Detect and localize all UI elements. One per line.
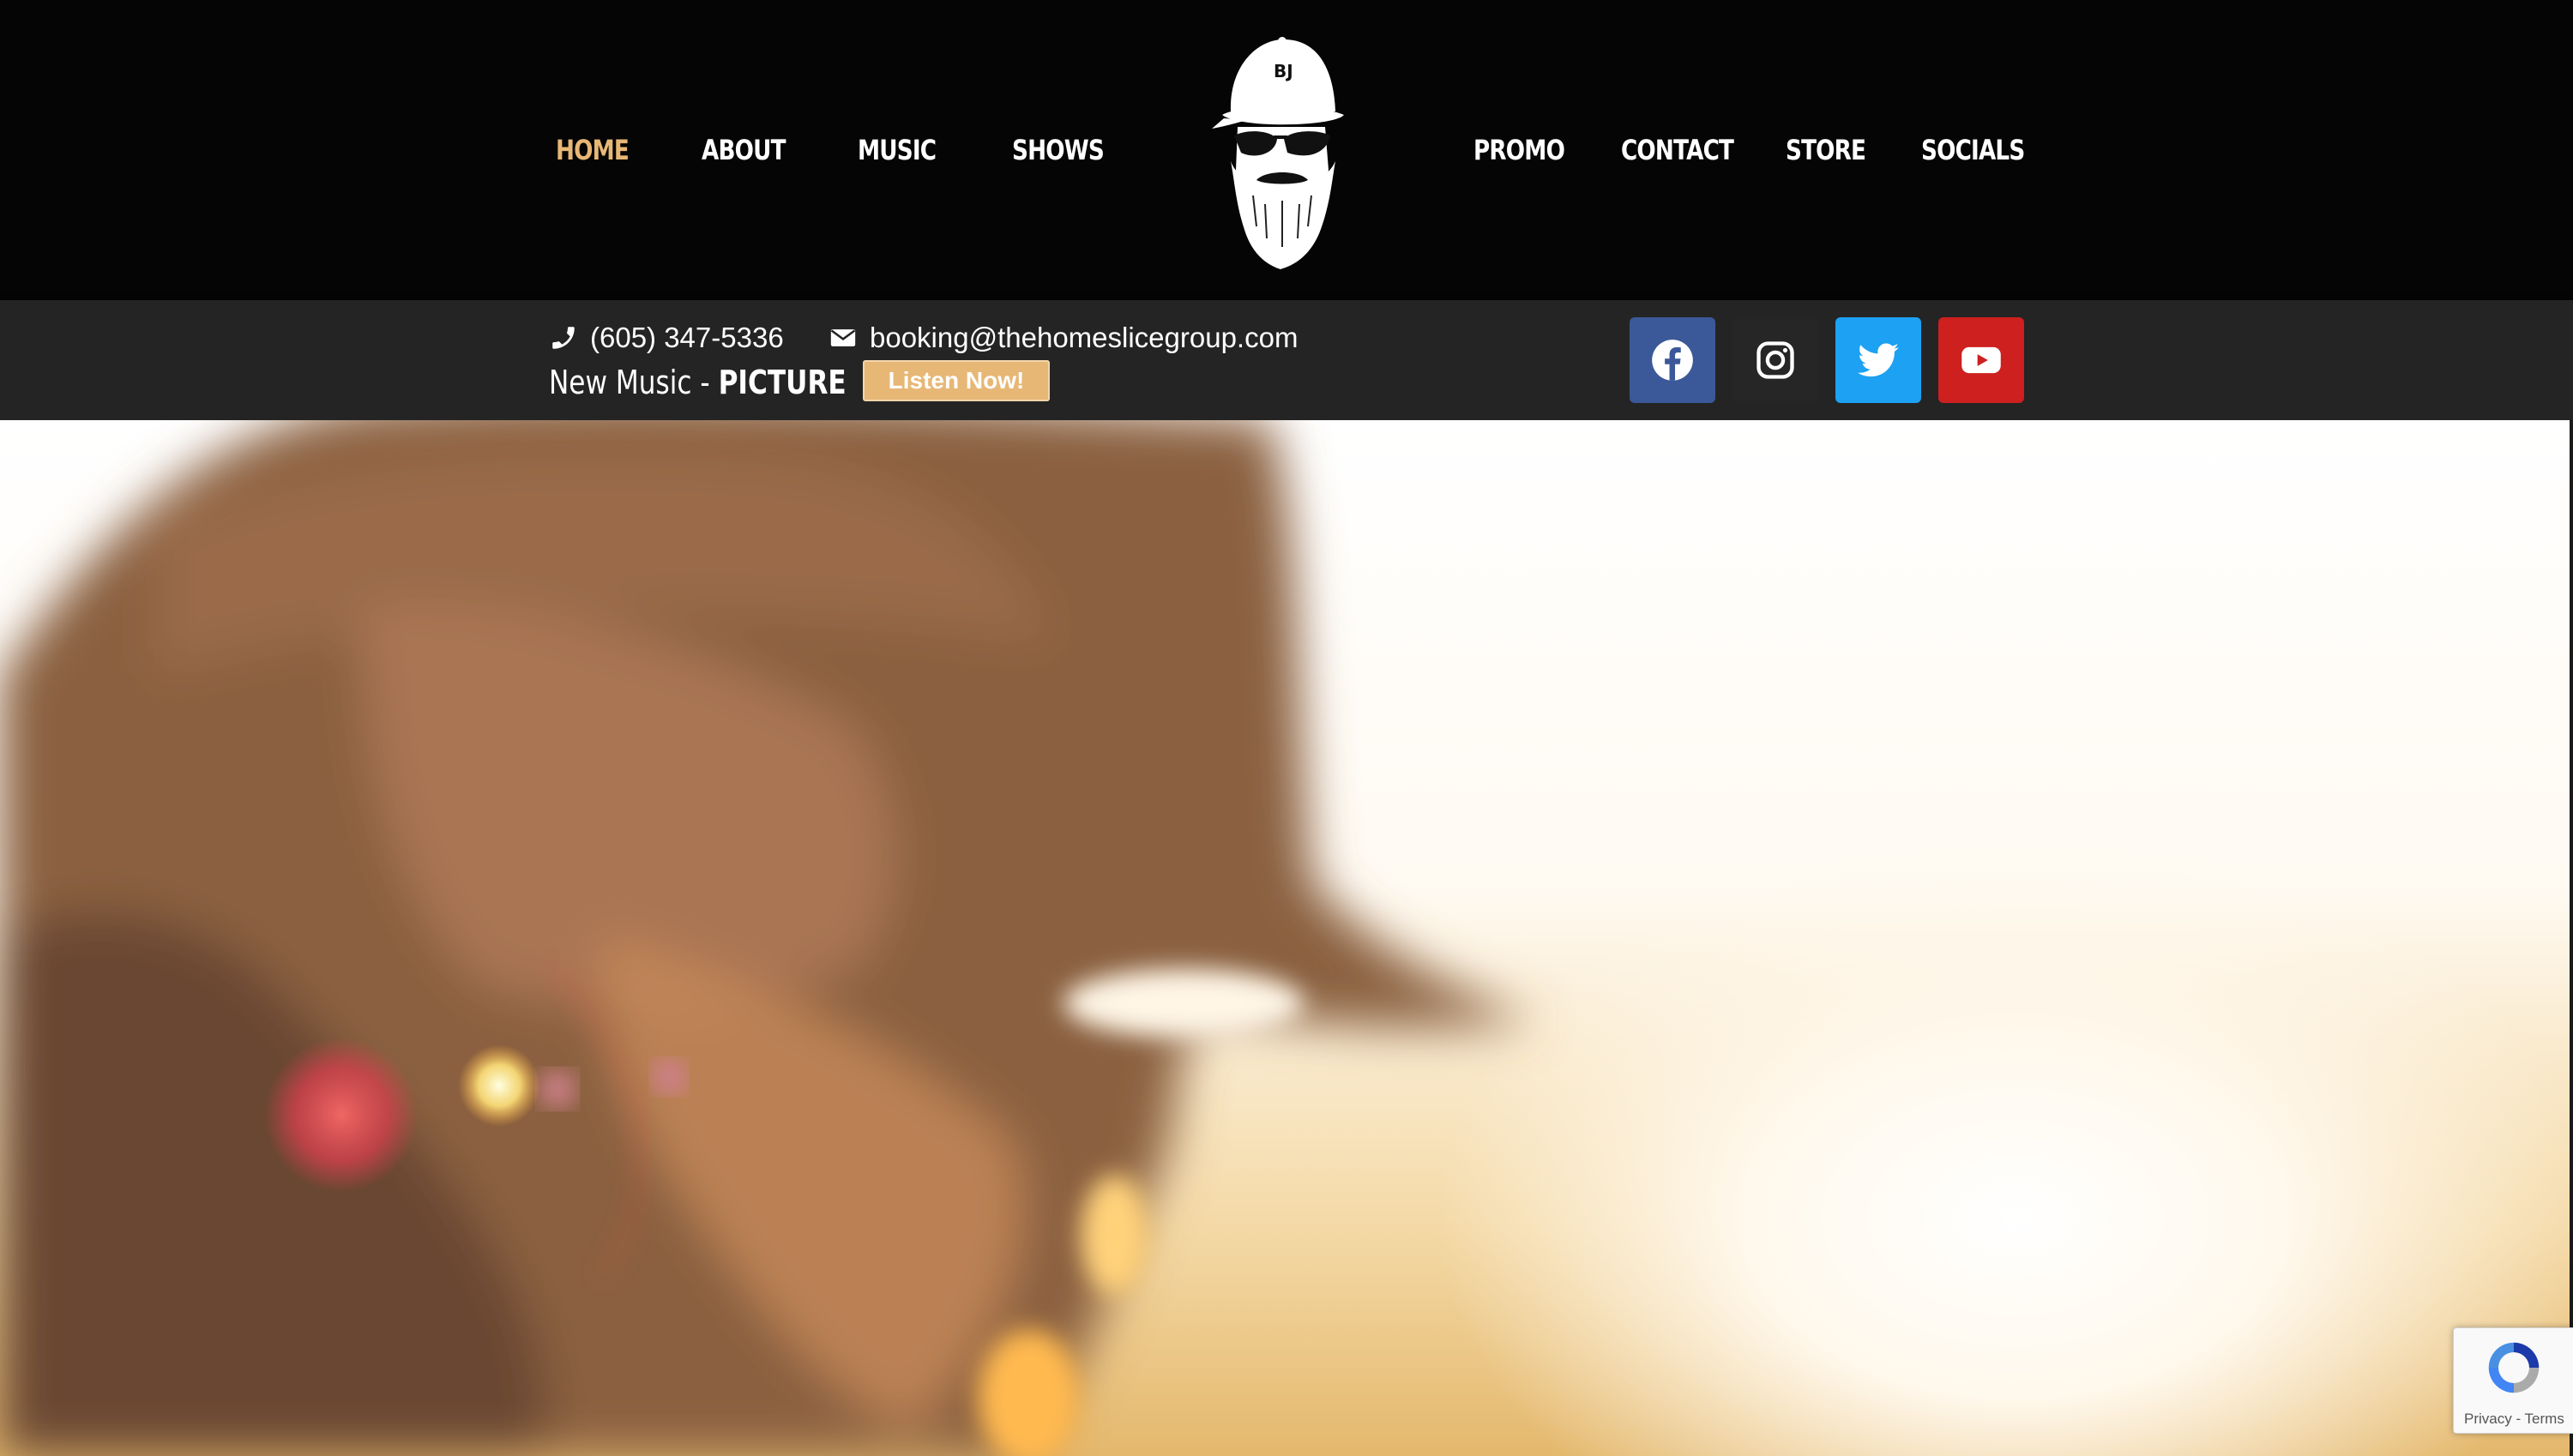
instagram-icon	[1757, 341, 1794, 379]
recaptcha-badge[interactable]: Privacy - Terms	[2453, 1327, 2573, 1434]
recaptcha-logo-icon	[2488, 1342, 2540, 1393]
bearded-man-logo-icon[interactable]: BJ	[1205, 33, 1355, 270]
new-music-prefix: New Music -	[549, 364, 719, 401]
email-address: booking@thehomeslicegroup.com	[870, 322, 1299, 353]
recaptcha-terms-link[interactable]: Terms	[2525, 1411, 2564, 1427]
new-music-title: PICTURE	[718, 364, 847, 401]
hero-background-image	[0, 420, 2570, 1456]
nav-about[interactable]: ABOUT	[702, 129, 786, 171]
envelope-icon	[830, 329, 856, 346]
site-header: HOME ABOUT MUSIC SHOWS BJ PROMO CONTACT …	[0, 0, 2573, 300]
hero-photo-icon	[0, 420, 1535, 1456]
twitter-icon	[1858, 343, 1899, 377]
nav-contact[interactable]: CONTACT	[1621, 129, 1734, 171]
twitter-button[interactable]	[1835, 317, 1921, 403]
recaptcha-separator: -	[2511, 1411, 2525, 1427]
phone-contact[interactable]: (605) 347-5336	[549, 319, 784, 357]
youtube-button[interactable]	[1938, 317, 2024, 403]
nav-home[interactable]: HOME	[556, 129, 630, 171]
nav-shows[interactable]: SHOWS	[1012, 129, 1105, 171]
svg-text:BJ: BJ	[1274, 61, 1293, 81]
nav-promo[interactable]: PROMO	[1473, 129, 1565, 171]
email-contact[interactable]: booking@thehomeslicegroup.com	[829, 319, 1298, 357]
nav-store[interactable]: STORE	[1786, 129, 1866, 171]
facebook-icon	[1652, 340, 1693, 381]
phone-icon	[552, 327, 575, 349]
facebook-button[interactable]	[1630, 317, 1715, 403]
instagram-button[interactable]	[1732, 317, 1818, 403]
info-bar	[0, 300, 2573, 420]
new-music-announcement: New Music - PICTURE	[549, 358, 847, 406]
listen-now-button[interactable]: Listen Now!	[863, 360, 1050, 401]
phone-number: (605) 347-5336	[590, 322, 784, 353]
nav-music[interactable]: MUSIC	[858, 129, 937, 171]
recaptcha-privacy-link[interactable]: Privacy	[2464, 1411, 2512, 1427]
page-scrollbar[interactable]	[2570, 420, 2573, 1456]
youtube-icon	[1961, 346, 2001, 374]
recaptcha-links: Privacy - Terms	[2464, 1411, 2564, 1428]
nav-socials[interactable]: SOCIALS	[1921, 129, 2025, 171]
